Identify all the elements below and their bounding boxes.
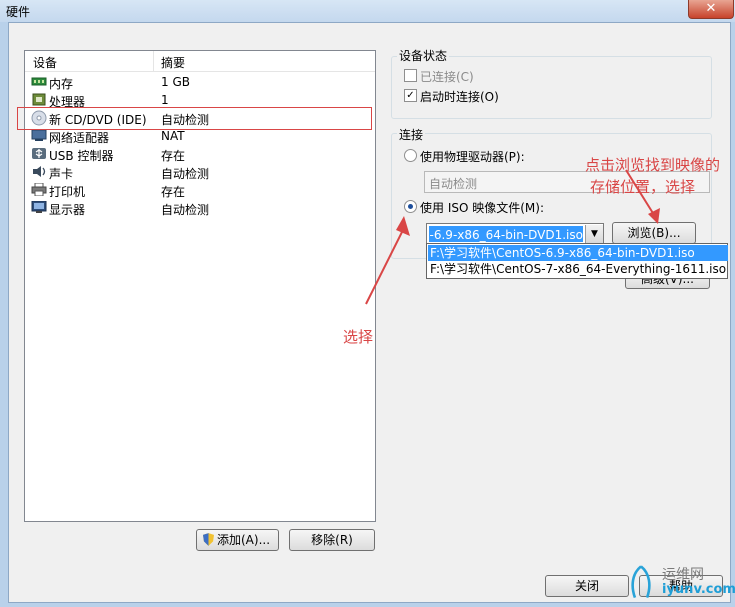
watermark-line1: 运维网 xyxy=(662,567,704,583)
watermark: 运维网 iyunv.com xyxy=(628,558,735,604)
close-button[interactable]: 关闭 xyxy=(545,575,629,597)
annotation-select-text: 选择 xyxy=(343,328,374,346)
annotation-browse-hint-line2: 存储位置，选择 xyxy=(590,178,696,196)
watermark-logo-icon xyxy=(631,565,651,599)
watermark-line2: iyunv.com xyxy=(662,582,735,597)
annotation-arrows xyxy=(365,169,660,305)
annotation-browse-hint-line1: 点击浏览找到映像的 xyxy=(585,156,721,174)
